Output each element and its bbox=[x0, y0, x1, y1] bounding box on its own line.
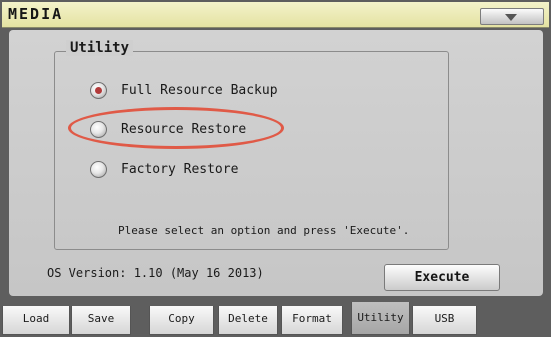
execute-button[interactable]: Execute bbox=[384, 264, 500, 291]
tab-load[interactable]: Load bbox=[2, 306, 70, 335]
title-bar: MEDIA bbox=[2, 2, 549, 28]
page-menu-button[interactable] bbox=[480, 8, 544, 25]
highlight-ellipse bbox=[68, 107, 284, 149]
tab-usb[interactable]: USB bbox=[412, 306, 477, 335]
page-title: MEDIA bbox=[8, 5, 64, 23]
radio-checked-icon[interactable] bbox=[90, 82, 107, 99]
tab-delete[interactable]: Delete bbox=[218, 306, 278, 335]
tab-format[interactable]: Format bbox=[281, 306, 343, 335]
option-label: Factory Restore bbox=[121, 162, 239, 177]
os-version-label: OS Version: 1.10 (May 16 2013) bbox=[47, 266, 264, 280]
group-title: Utility bbox=[66, 40, 134, 56]
tab-save[interactable]: Save bbox=[71, 306, 131, 335]
tab-utility[interactable]: Utility bbox=[351, 302, 410, 335]
option-label: Full Resource Backup bbox=[121, 83, 278, 98]
triangle-down-icon bbox=[505, 14, 517, 21]
instruction-text: Please select an option and press 'Execu… bbox=[118, 224, 410, 237]
tab-copy[interactable]: Copy bbox=[149, 306, 214, 335]
radio-unchecked-icon[interactable] bbox=[90, 161, 107, 178]
media-screen: MEDIA Utility Full Resource Backup Resou… bbox=[0, 0, 551, 337]
utility-group bbox=[54, 51, 449, 250]
